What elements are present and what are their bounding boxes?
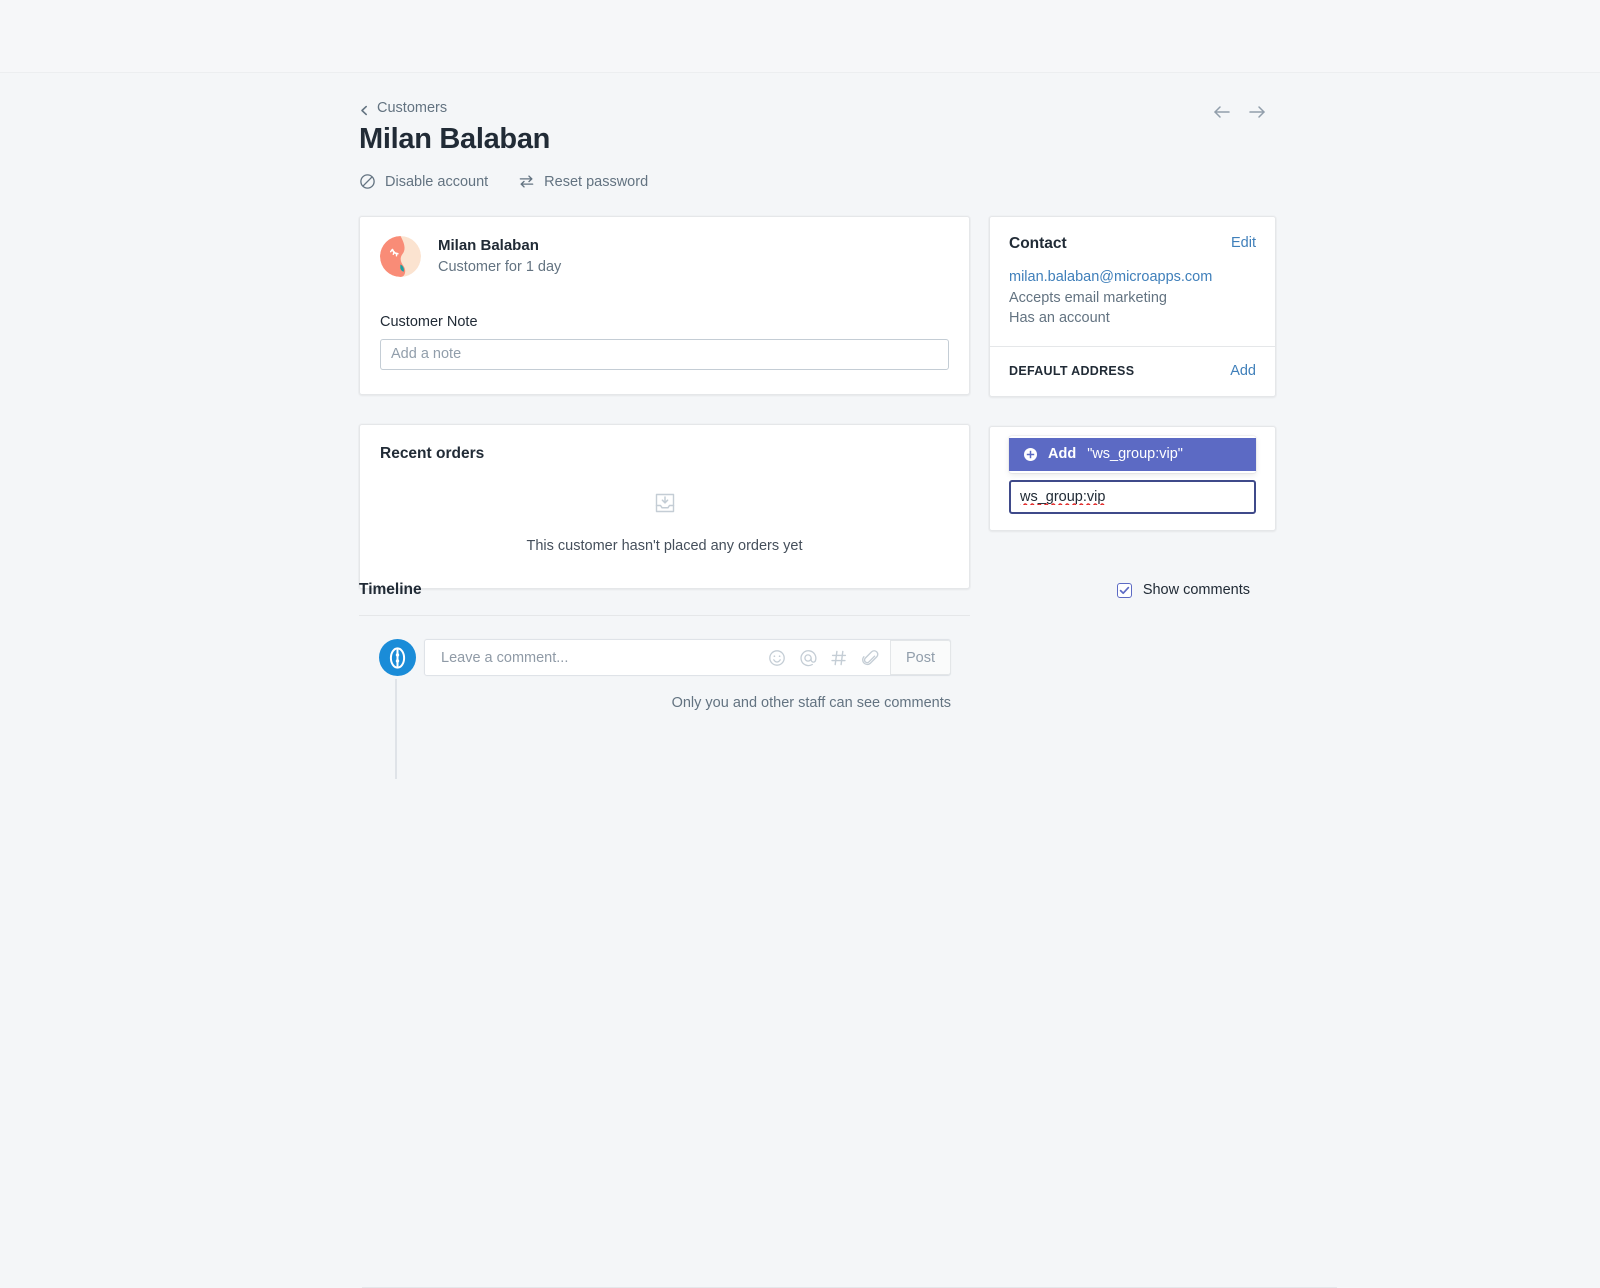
timeline-section: Timeline Show comments Leave a comment..… xyxy=(359,581,1337,1288)
page-title: Milan Balaban xyxy=(359,123,551,155)
tag-suggestion-popup: Add "ws_group:vip" xyxy=(1009,435,1256,473)
post-comment-button[interactable]: Post xyxy=(890,640,951,675)
show-comments-checkbox[interactable] xyxy=(1116,582,1132,598)
chevron-left-icon xyxy=(359,103,370,115)
mention-at-icon[interactable] xyxy=(799,649,817,667)
reset-password-button[interactable]: Reset password xyxy=(518,173,648,190)
paperclip-icon[interactable] xyxy=(861,649,879,667)
main-column: Milan Balaban Customer for 1 day Custome… xyxy=(359,216,970,589)
breadcrumb-label: Customers xyxy=(377,100,448,116)
contact-marketing-status: Accepts email marketing xyxy=(1009,289,1167,306)
circle-plus-icon xyxy=(1024,447,1037,461)
staff-avatar-icon xyxy=(379,639,416,676)
content-columns: Milan Balaban Customer for 1 day Custome… xyxy=(330,216,1306,589)
no-entry-icon xyxy=(359,173,376,190)
header-actions: Disable account Reset password xyxy=(359,173,648,190)
contact-header: Contact Edit xyxy=(990,217,1275,253)
tag-add-prefix: Add xyxy=(1048,446,1077,463)
default-address-label: DEFAULT ADDRESS xyxy=(1009,363,1135,378)
recent-orders-empty-state: This customer hasn't placed any orders y… xyxy=(380,491,949,554)
contact-email-link[interactable]: milan.balaban@microapps.com xyxy=(1009,267,1256,288)
tag-input[interactable] xyxy=(1009,479,1256,514)
customer-tenure: Customer for 1 day xyxy=(438,259,562,276)
show-comments-label: Show comments xyxy=(1142,582,1250,598)
emoji-icon[interactable] xyxy=(768,649,786,667)
contact-details: milan.balaban@microapps.com Accepts emai… xyxy=(990,253,1275,346)
hashtag-icon[interactable] xyxy=(830,649,848,667)
timeline-title: Timeline xyxy=(359,581,422,598)
timeline-divider xyxy=(359,615,970,616)
arrow-right-icon[interactable] xyxy=(1246,101,1268,123)
tags-card: Add "ws_group:vip" xyxy=(989,425,1276,531)
customer-name: Milan Balaban xyxy=(438,237,539,254)
customer-identity-text: Milan Balaban Customer for 1 day xyxy=(438,236,561,278)
timeline-privacy-hint: Only you and other staff can see comment… xyxy=(671,695,951,711)
record-pager xyxy=(1211,101,1268,123)
top-bar xyxy=(0,0,1600,73)
contact-card: Contact Edit milan.balaban@microapps.com… xyxy=(989,216,1276,397)
contact-title: Contact xyxy=(1009,235,1067,252)
breadcrumb[interactable]: Customers xyxy=(359,101,447,116)
reset-password-label: Reset password xyxy=(544,173,649,190)
comment-tool-buttons xyxy=(768,649,890,667)
side-column: Contact Edit milan.balaban@microapps.com… xyxy=(989,216,1276,589)
tag-add-option[interactable]: Add "ws_group:vip" xyxy=(1009,437,1256,471)
tag-input-wrapper xyxy=(1009,479,1256,514)
recent-orders-card: Recent orders This customer hasn't place… xyxy=(359,423,970,589)
disable-account-label: Disable account xyxy=(385,173,489,190)
timeline-connector-line xyxy=(395,679,397,779)
timeline-comment-entry: Post Only you and other staff can see co… xyxy=(359,639,1277,779)
show-comments-toggle[interactable]: Show comments xyxy=(1116,582,1250,598)
default-address-row: DEFAULT ADDRESS Add xyxy=(990,347,1275,396)
page-container: Customers Milan Balaban Disable account … xyxy=(330,73,1337,1288)
timeline-header: Timeline Show comments xyxy=(359,581,1277,599)
disable-account-button[interactable]: Disable account xyxy=(359,173,488,190)
comment-input[interactable] xyxy=(439,640,768,675)
inbox-download-icon xyxy=(653,491,677,515)
arrow-left-icon[interactable] xyxy=(1211,101,1233,123)
contact-edit-link[interactable]: Edit xyxy=(1231,235,1256,251)
comment-composer: Post xyxy=(424,639,951,676)
customer-identity-row: Milan Balaban Customer for 1 day xyxy=(380,236,949,278)
contact-account-status: Has an account xyxy=(1009,310,1110,327)
customer-avatar-face-icon xyxy=(380,236,421,278)
add-address-link[interactable]: Add xyxy=(1230,363,1256,379)
recent-orders-title: Recent orders xyxy=(380,444,485,462)
swap-arrows-icon xyxy=(518,173,535,190)
customer-note-label: Customer Note xyxy=(380,313,478,330)
tag-add-value: "ws_group:vip" xyxy=(1087,446,1183,463)
customer-note-input[interactable] xyxy=(380,338,949,370)
recent-orders-empty-message: This customer hasn't placed any orders y… xyxy=(526,537,803,554)
customer-summary-card: Milan Balaban Customer for 1 day Custome… xyxy=(359,216,970,395)
